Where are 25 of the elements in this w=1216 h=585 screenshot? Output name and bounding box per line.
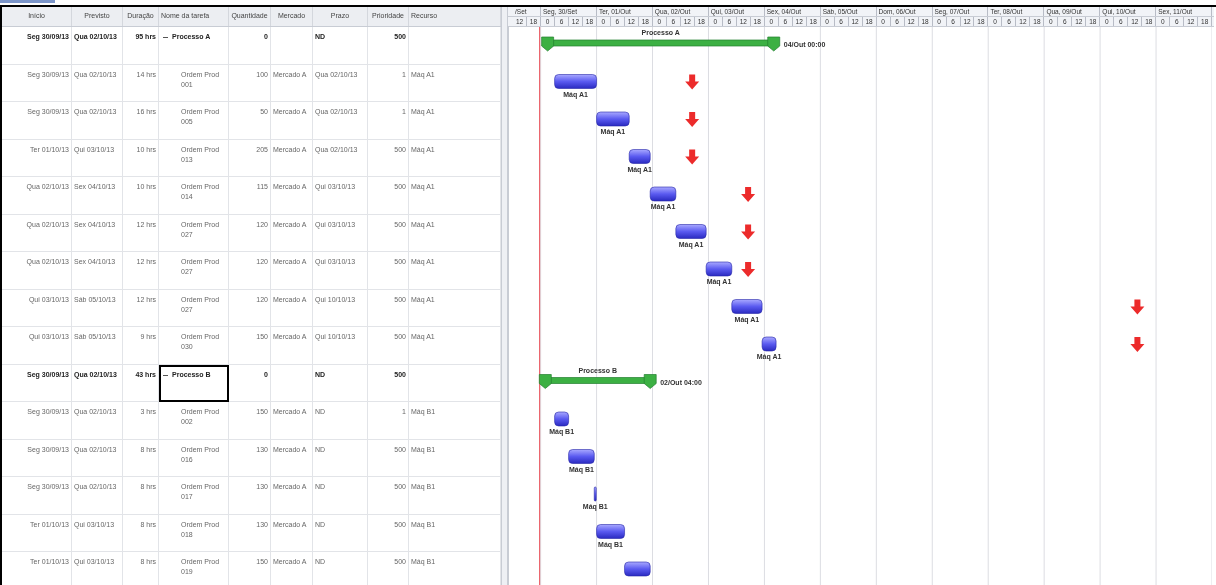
collapse-icon[interactable]	[162, 34, 169, 41]
task-bar[interactable]	[624, 561, 651, 577]
task-bar[interactable]	[705, 261, 733, 277]
task-bar[interactable]	[554, 411, 569, 427]
task-bar[interactable]	[568, 449, 595, 464]
task-bar[interactable]	[628, 149, 651, 164]
task-bar[interactable]	[675, 224, 707, 239]
summary-bar[interactable]	[541, 36, 781, 52]
summary-bar[interactable]	[538, 374, 657, 389]
deadline-arrow-icon	[685, 112, 700, 127]
task-bar[interactable]	[649, 186, 677, 202]
task-bar[interactable]	[731, 299, 763, 314]
deadline-arrow-icon	[741, 187, 756, 202]
deadline-arrow-icon	[685, 74, 700, 90]
deadline-arrow-icon	[685, 149, 700, 165]
task-bar[interactable]	[554, 74, 597, 89]
task-bar[interactable]	[761, 336, 777, 352]
task-bar[interactable]	[593, 486, 597, 502]
empty-cell	[271, 364, 313, 402]
deadline-arrow-icon	[1130, 337, 1145, 352]
deadline-arrow-icon	[741, 224, 756, 240]
task-bar[interactable]	[596, 111, 630, 127]
task-bar[interactable]	[596, 524, 625, 539]
deadline-arrow-icon	[741, 262, 756, 277]
deadline-arrow-icon	[1130, 299, 1145, 315]
